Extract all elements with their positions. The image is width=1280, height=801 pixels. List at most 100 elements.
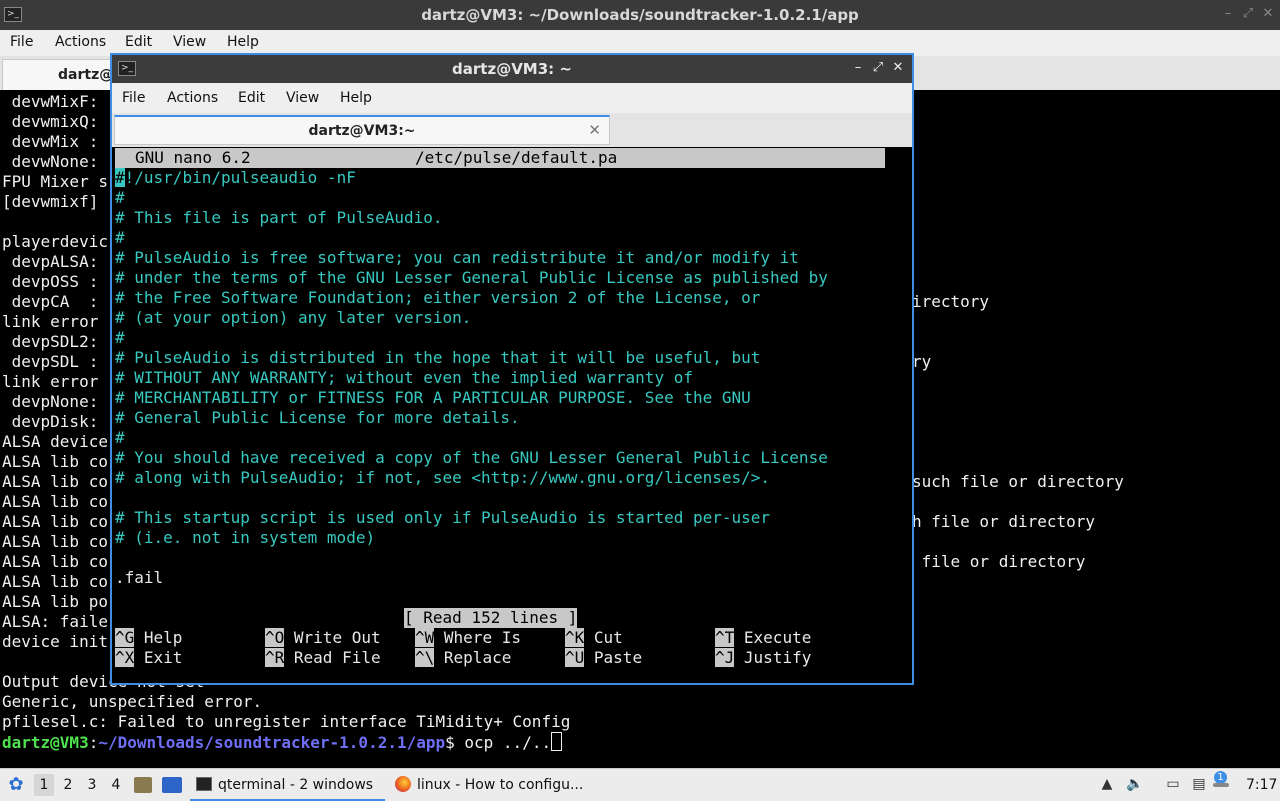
nano-shortcut[interactable]: ^G Help	[115, 628, 182, 648]
prompt-command: $ ocp ../..	[445, 733, 552, 752]
back-window-title: dartz@VM3: ~/Downloads/soundtracker-1.0.…	[421, 6, 859, 24]
nano-shortcut-label: Cut	[593, 628, 623, 647]
clock[interactable]: 7:17	[1246, 769, 1277, 801]
back-terminal-line: ALSA lib co	[2, 552, 108, 571]
maximize-icon[interactable]: ⤢	[1240, 6, 1256, 22]
back-terminal-line: devpNone:	[2, 392, 99, 411]
menu-edit[interactable]: Edit	[125, 34, 152, 50]
nano-shortcut[interactable]: ^W Where Is	[415, 628, 521, 648]
menu-file[interactable]: File	[10, 34, 33, 50]
nano-header: GNU nano 6.2 /etc/pulse/default.pa	[115, 148, 885, 168]
close-icon[interactable]: ✕	[1260, 6, 1276, 22]
nano-shortcut-key: ^R	[265, 648, 285, 667]
nano-line: # MERCHANTABILITY or FITNESS FOR A PARTI…	[115, 388, 751, 407]
menu-actions[interactable]: Actions	[167, 90, 218, 106]
nano-shortcut[interactable]: ^T Execute	[715, 628, 811, 648]
back-terminal-line: devwMixF:	[2, 92, 99, 111]
workspace-4[interactable]: 4	[106, 774, 126, 796]
app-menu-icon[interactable]: ✿	[6, 769, 26, 801]
network-icon[interactable]: ▭	[1164, 775, 1182, 793]
front-window-titlebar[interactable]: >_ dartz@VM3: ~ – ⤢ ✕	[112, 55, 912, 83]
nano-shortcut[interactable]: ^R Read File	[265, 648, 381, 668]
prompt-path: ~/Downloads/soundtracker-1.0.2.1/app	[98, 733, 446, 752]
nano-cursor-cell: #	[115, 168, 125, 187]
nano-status-message: [ Read 152 lines ]	[404, 608, 578, 628]
nano-shortcut-key: ^J	[715, 648, 735, 667]
task-firefox[interactable]: linux - How to configu...	[393, 771, 593, 799]
back-terminal-line: ALSA: faile	[2, 612, 108, 631]
volume-icon[interactable]: 🔈	[1126, 775, 1144, 793]
nano-line: # This startup script is used only if Pu…	[115, 508, 771, 527]
back-terminal-line: devpSDL2:	[2, 332, 99, 351]
nano-shortcut-label: Where Is	[443, 628, 521, 647]
back-terminal-fragment: h file or directory	[912, 512, 1096, 531]
prompt-separator: :	[88, 733, 99, 752]
nano-line: # along with PulseAudio; if not, see <ht…	[115, 468, 771, 487]
nano-shortcut[interactable]: ^X Exit	[115, 648, 182, 668]
nano-shortcut[interactable]: ^K Cut	[565, 628, 623, 648]
nano-line: # PulseAudio is distributed in the hope …	[115, 348, 761, 367]
nano-shortcut-label: Read File	[293, 648, 381, 667]
clipboard-icon[interactable]: ▤	[1190, 775, 1208, 793]
back-terminal-fragment: file or directory	[912, 552, 1086, 571]
nano-shortcut-label: Execute	[743, 628, 812, 647]
back-terminal-fragment: irectory	[912, 292, 990, 311]
task-qterminal[interactable]: qterminal - 2 windows	[190, 771, 385, 801]
taskbar: ✿ 1 2 3 4 qterminal - 2 windows linux - …	[0, 768, 1280, 801]
nano-shortcut[interactable]: ^J Justify	[715, 648, 811, 668]
workspace-1[interactable]: 1	[34, 774, 54, 796]
back-terminal-line: devpOSS :	[2, 272, 99, 291]
front-terminal-tab[interactable]: dartz@VM3:~ ✕	[114, 115, 610, 145]
nano-shortcut-label: Help	[143, 628, 183, 647]
workspace-3[interactable]: 3	[82, 774, 102, 796]
show-desktop-icon[interactable]	[162, 777, 182, 793]
nano-line: .fail	[115, 568, 164, 587]
menu-actions[interactable]: Actions	[55, 34, 106, 50]
notification-tray-icon[interactable]	[1213, 783, 1229, 787]
back-terminal-line: ALSA lib co	[2, 512, 108, 531]
nano-shortcut-key: ^W	[415, 628, 435, 647]
nano-editor[interactable]: GNU nano 6.2 /etc/pulse/default.pa #!/us…	[112, 147, 912, 683]
minimize-icon[interactable]: –	[850, 60, 866, 76]
back-terminal-line: devpDisk:	[2, 412, 99, 431]
nano-line: # This file is part of PulseAudio.	[115, 208, 443, 227]
workspace-2[interactable]: 2	[58, 774, 78, 796]
maximize-icon[interactable]: ⤢	[870, 60, 886, 76]
file-manager-icon[interactable]	[134, 777, 152, 793]
nano-version: GNU nano 6.2	[135, 148, 251, 167]
front-terminal-window[interactable]: >_ dartz@VM3: ~ – ⤢ ✕ File Actions Edit …	[110, 53, 914, 685]
nano-line: # (at your option) any later version.	[115, 308, 472, 327]
nano-line: #	[115, 228, 125, 247]
tray-arrow-icon[interactable]: ▲	[1098, 775, 1116, 793]
menu-view[interactable]: View	[173, 34, 206, 50]
nano-line: # (i.e. not in system mode)	[115, 528, 376, 547]
close-icon[interactable]: ✕	[890, 60, 906, 76]
back-terminal-line: ALSA device	[2, 432, 108, 451]
nano-shortcut-key: ^X	[115, 648, 135, 667]
nano-shortcut[interactable]: ^U Paste	[565, 648, 642, 668]
nano-shortcut[interactable]: ^\ Replace	[415, 648, 511, 668]
nano-shortcut-label: Paste	[593, 648, 643, 667]
shell-prompt-line: dartz@VM3:~/Downloads/soundtracker-1.0.2…	[2, 732, 563, 753]
back-terminal-line: devpALSA:	[2, 252, 99, 271]
menu-help[interactable]: Help	[340, 90, 372, 106]
back-terminal-line: device init	[2, 632, 108, 651]
menu-view[interactable]: View	[286, 90, 319, 106]
tab-close-icon[interactable]: ✕	[588, 121, 601, 139]
back-terminal-line: [devwmixf]	[2, 192, 99, 211]
nano-shortcut[interactable]: ^O Write Out	[265, 628, 381, 648]
menu-help[interactable]: Help	[227, 34, 259, 50]
back-terminal-line: ALSA lib co	[2, 452, 108, 471]
nano-line: # under the terms of the GNU Lesser Gene…	[115, 268, 828, 287]
back-terminal-line: FPU Mixer s	[2, 172, 108, 191]
menu-file[interactable]: File	[122, 90, 145, 106]
task-qterminal-label: qterminal - 2 windows	[218, 777, 374, 793]
nano-shortcut-key: ^K	[565, 628, 585, 647]
front-tab-label: dartz@VM3:~	[308, 123, 416, 139]
minimize-icon[interactable]: –	[1220, 6, 1236, 22]
back-terminal-line: ALSA lib co	[2, 532, 108, 551]
nano-line: #	[115, 428, 125, 447]
nano-line: #	[115, 188, 125, 207]
menu-edit[interactable]: Edit	[238, 90, 265, 106]
back-window-titlebar[interactable]: >_ dartz@VM3: ~/Downloads/soundtracker-1…	[0, 0, 1280, 30]
